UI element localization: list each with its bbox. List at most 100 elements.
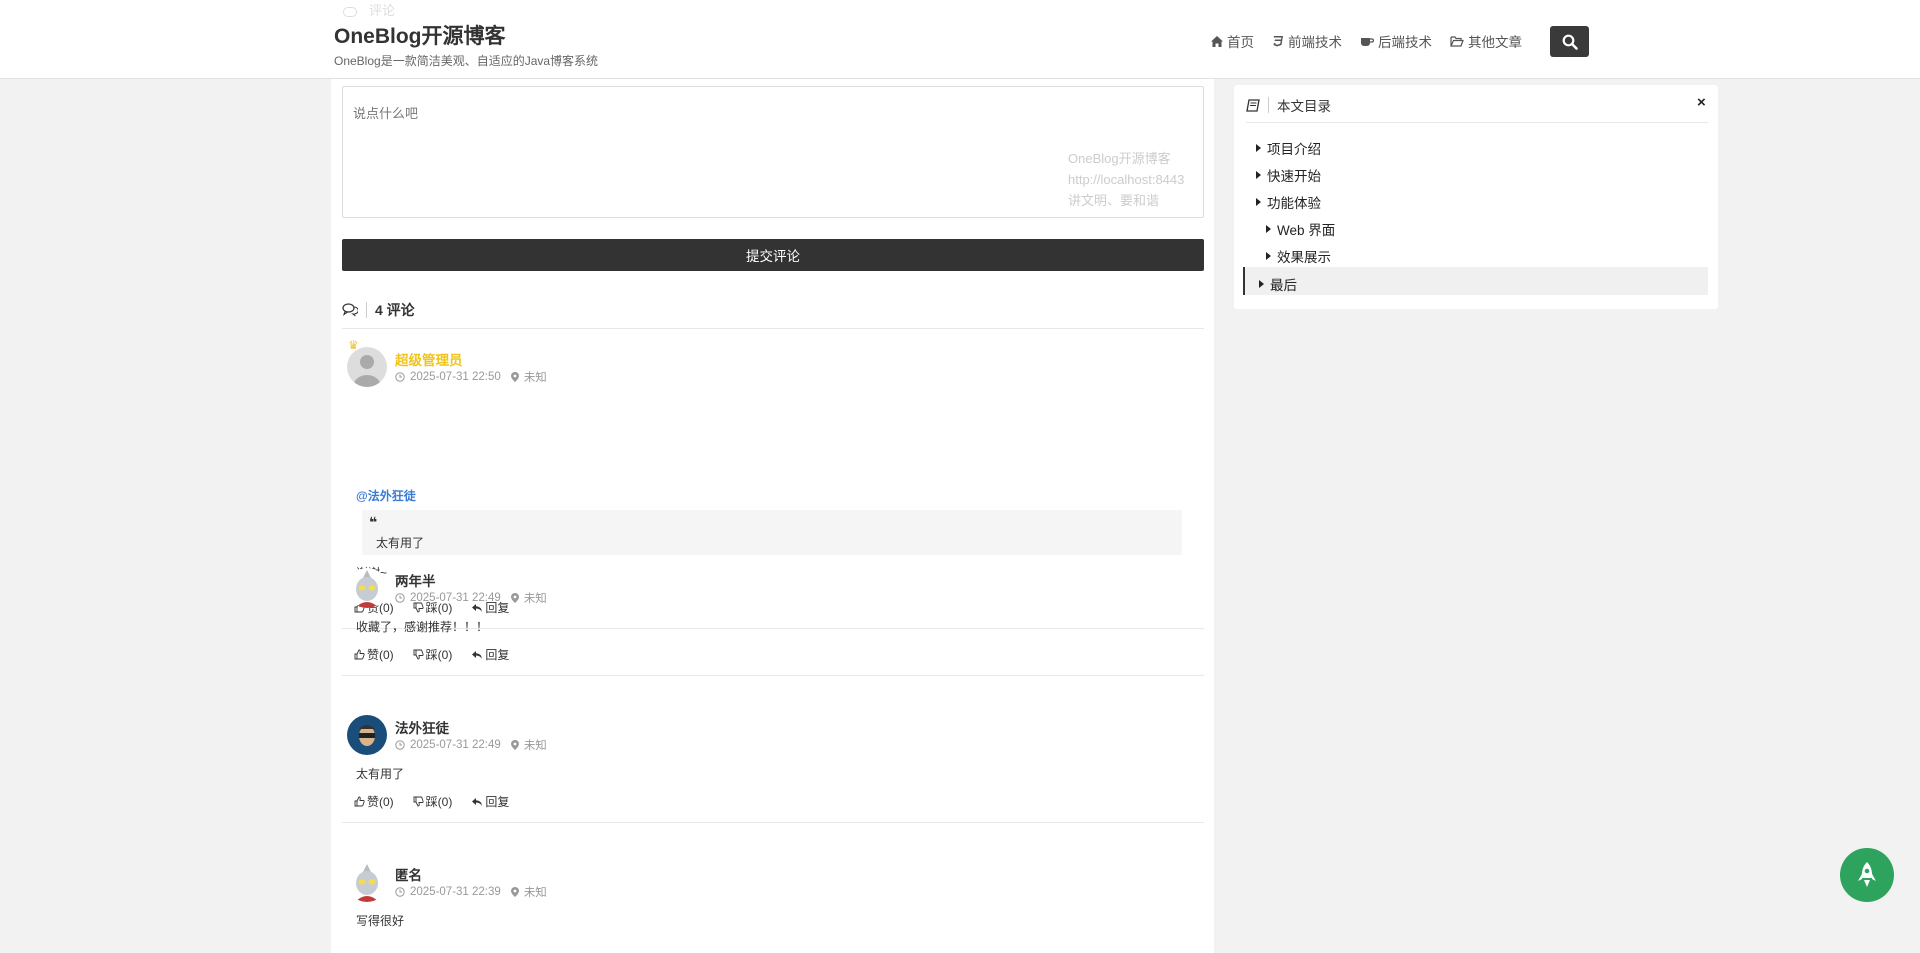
toc-item-label: 效果展示	[1277, 250, 1331, 265]
close-icon[interactable]: ×	[1697, 94, 1706, 111]
dislike-button[interactable]: 踩(0)	[413, 646, 453, 663]
comment-actions: 赞(0) 踩(0) 回复	[354, 646, 528, 663]
avatar[interactable]	[347, 347, 387, 387]
search-button[interactable]	[1550, 26, 1589, 57]
back-to-top-button[interactable]	[1840, 848, 1894, 902]
toc-item-active[interactable]: 最后	[1259, 274, 1297, 294]
toc-item-label: 快速开始	[1267, 169, 1321, 184]
map-marker-icon	[510, 593, 519, 603]
avatar[interactable]	[347, 568, 387, 608]
reply-icon	[472, 797, 483, 806]
caret-right-icon	[1259, 280, 1264, 288]
toc-item-label: 项目介绍	[1267, 142, 1321, 157]
crown-icon: ♛	[348, 338, 359, 352]
toc-header: 本文目录	[1246, 95, 1331, 115]
toc-item[interactable]: 功能体验	[1256, 192, 1321, 212]
quote-icon: ❝	[369, 514, 378, 530]
submit-comment-button[interactable]: 提交评论	[342, 239, 1204, 271]
comment-time: 2025-07-31 22:50	[410, 371, 501, 383]
reply-to-link[interactable]: @法外狂徒	[356, 487, 416, 504]
comment-author[interactable]: 法外狂徒	[395, 717, 449, 737]
caret-right-icon	[1266, 252, 1271, 260]
toc-title: 本文目录	[1277, 99, 1331, 114]
toc-item-label: Web 界面	[1277, 223, 1336, 238]
comment-meta: 2025-07-31 22:49 未知	[395, 737, 547, 753]
comment-location: 未知	[523, 740, 547, 752]
toc-item[interactable]: 效果展示	[1266, 246, 1331, 266]
caret-right-icon	[1256, 144, 1261, 152]
reply-button[interactable]: 回复	[471, 646, 509, 663]
like-button[interactable]: 赞(0)	[354, 646, 394, 663]
site-header: 评论 OneBlog开源博客 OneBlog是一款简洁美观、自适应的Java博客…	[0, 0, 1920, 79]
like-count: 赞(0)	[367, 795, 394, 809]
toc-panel: 本文目录 × 项目介绍 快速开始 功能体验 Web 界面 效果展示 最后	[1234, 85, 1718, 309]
avatar[interactable]	[347, 715, 387, 755]
clock-icon	[395, 740, 405, 750]
toc-active-highlight	[1243, 267, 1708, 295]
watermark-line: OneBlog开源博客	[1068, 151, 1171, 166]
comment-textarea[interactable]: 说点什么吧 OneBlog开源博客 http://localhost:8443 …	[342, 86, 1204, 218]
avatar[interactable]	[347, 862, 387, 902]
nav-item-label: 后端技术	[1378, 35, 1432, 50]
ghost-comment-text: 评论	[369, 3, 396, 18]
comment-location: 未知	[523, 372, 547, 384]
main-content: 说点什么吧 OneBlog开源博客 http://localhost:8443 …	[331, 79, 1214, 953]
clock-icon	[395, 593, 405, 603]
thumbs-down-icon	[413, 649, 424, 660]
comment-time: 2025-07-31 22:49	[410, 592, 501, 604]
quote-block: ❝ 太有用了	[362, 510, 1182, 555]
divider	[342, 822, 1204, 823]
comment-text: 收藏了，感谢推荐！！！	[356, 620, 489, 634]
like-button[interactable]: 赞(0)	[354, 793, 394, 810]
nav-item-frontend[interactable]: 前端技术	[1272, 31, 1342, 51]
comment-watermark: OneBlog开源博客 http://localhost:8443 讲文明、要和…	[1068, 148, 1184, 211]
reply-label: 回复	[485, 795, 510, 809]
book-icon	[1246, 98, 1260, 112]
coffee-icon	[1361, 37, 1374, 46]
reply-button[interactable]: 回复	[471, 793, 509, 810]
ghost-comment-label: 评论	[343, 0, 395, 19]
comment-location: 未知	[523, 593, 547, 605]
divider	[342, 328, 1204, 329]
dislike-button[interactable]: 踩(0)	[413, 793, 452, 810]
search-icon	[1562, 34, 1578, 50]
toc-item[interactable]: 快速开始	[1256, 165, 1321, 185]
comment-time: 2025-07-31 22:39	[410, 886, 501, 898]
main-nav: 首页 前端技术 后端技术 其他文章	[1211, 31, 1540, 51]
comment-location: 未知	[523, 887, 547, 899]
comment-icon	[343, 6, 357, 17]
comment-text: 写得很好	[356, 914, 405, 928]
reply-icon	[472, 650, 483, 659]
folder-open-icon	[1450, 35, 1464, 47]
comment-author[interactable]: 匿名	[395, 864, 422, 884]
nav-item-backend[interactable]: 后端技术	[1360, 31, 1432, 51]
nav-item-other[interactable]: 其他文章	[1450, 31, 1522, 51]
comment-author[interactable]: 超级管理员	[395, 349, 463, 369]
toc-item-label: 功能体验	[1267, 196, 1321, 211]
comment-author[interactable]: 两年半	[395, 570, 436, 590]
nav-item-label: 前端技术	[1288, 35, 1342, 50]
clock-icon	[395, 887, 405, 897]
toc-item[interactable]: 项目介绍	[1256, 138, 1321, 158]
quote-text: 太有用了	[376, 536, 425, 550]
thumbs-up-icon	[354, 649, 365, 660]
comment-placeholder: 说点什么吧	[353, 106, 419, 121]
comment-actions: 赞(0) 踩(0) 回复	[354, 793, 528, 810]
comments-count: 4 评论	[375, 302, 415, 318]
map-marker-icon	[510, 740, 519, 750]
site-subtitle: OneBlog是一款简洁美观、自适应的Java博客系统	[334, 54, 599, 68]
toc-item[interactable]: Web 界面	[1266, 219, 1335, 239]
toc-item-label: 最后	[1270, 278, 1297, 293]
caret-right-icon	[1256, 171, 1261, 179]
map-marker-icon	[510, 887, 519, 897]
thumbs-up-icon	[354, 796, 365, 807]
comment-meta: 2025-07-31 22:50 未知	[395, 369, 547, 385]
comment-meta: 2025-07-31 22:39 未知	[395, 884, 547, 900]
dislike-count: 踩(0)	[425, 648, 453, 662]
site-title[interactable]: OneBlog开源博客	[334, 20, 506, 50]
nav-item-home[interactable]: 首页	[1211, 31, 1254, 51]
nav-item-label: 其他文章	[1468, 35, 1522, 50]
caret-right-icon	[1266, 225, 1271, 233]
comments-icon	[342, 303, 358, 317]
watermark-line: 讲文明、要和谐	[1068, 193, 1160, 208]
